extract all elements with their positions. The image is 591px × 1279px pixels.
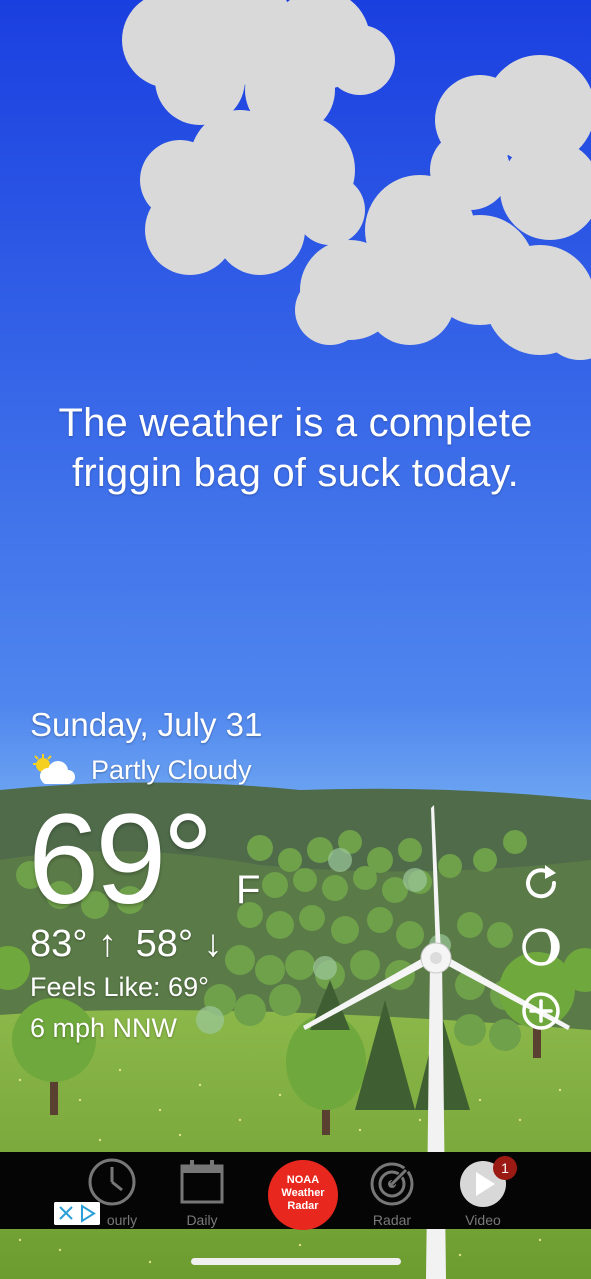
weather-scene-background [0,0,591,1279]
partly-cloudy-icon [33,754,75,784]
wind-speed: 6 mph NNW [30,1013,178,1043]
tab-radar[interactable]: Radar [347,1156,437,1228]
tab-video-label: Video [465,1212,501,1228]
current-date: Sunday, July 31 [30,706,263,743]
low-temperature: 58° ↓ [135,923,223,965]
tab-daily-label: Daily [186,1212,218,1228]
noaa-button-label: NOAA Weather Radar [281,1174,325,1212]
moon-phase-icon[interactable] [518,924,564,970]
clock-icon [88,1158,136,1206]
weather-headline: The weather is a complete friggin bag of… [0,398,591,498]
radar-icon [370,1162,414,1206]
feels-like: Feels Like: 69° [30,972,209,1002]
condition-text: Partly Cloudy [91,755,252,785]
headline-line-1: The weather is a complete [58,401,533,445]
current-temperature: 69° [28,788,214,931]
noaa-weather-radar-button[interactable]: NOAA Weather Radar [268,1160,338,1230]
video-notification-badge: 1 [493,1156,517,1180]
headline-line-2: friggin bag of suck today. [72,451,519,495]
ad-choices-icon[interactable] [54,1202,100,1225]
home-indicator[interactable] [191,1258,401,1265]
high-low-temperatures: 83° ↑ 58° ↓ [30,922,231,966]
tab-daily[interactable]: Daily [157,1156,247,1228]
refresh-icon[interactable] [518,860,564,906]
high-temperature: 83° ↑ [30,923,118,965]
temperature-unit: F [236,868,261,912]
add-icon[interactable] [518,988,564,1034]
tab-radar-label: Radar [372,1212,412,1228]
calendar-icon [180,1160,224,1204]
